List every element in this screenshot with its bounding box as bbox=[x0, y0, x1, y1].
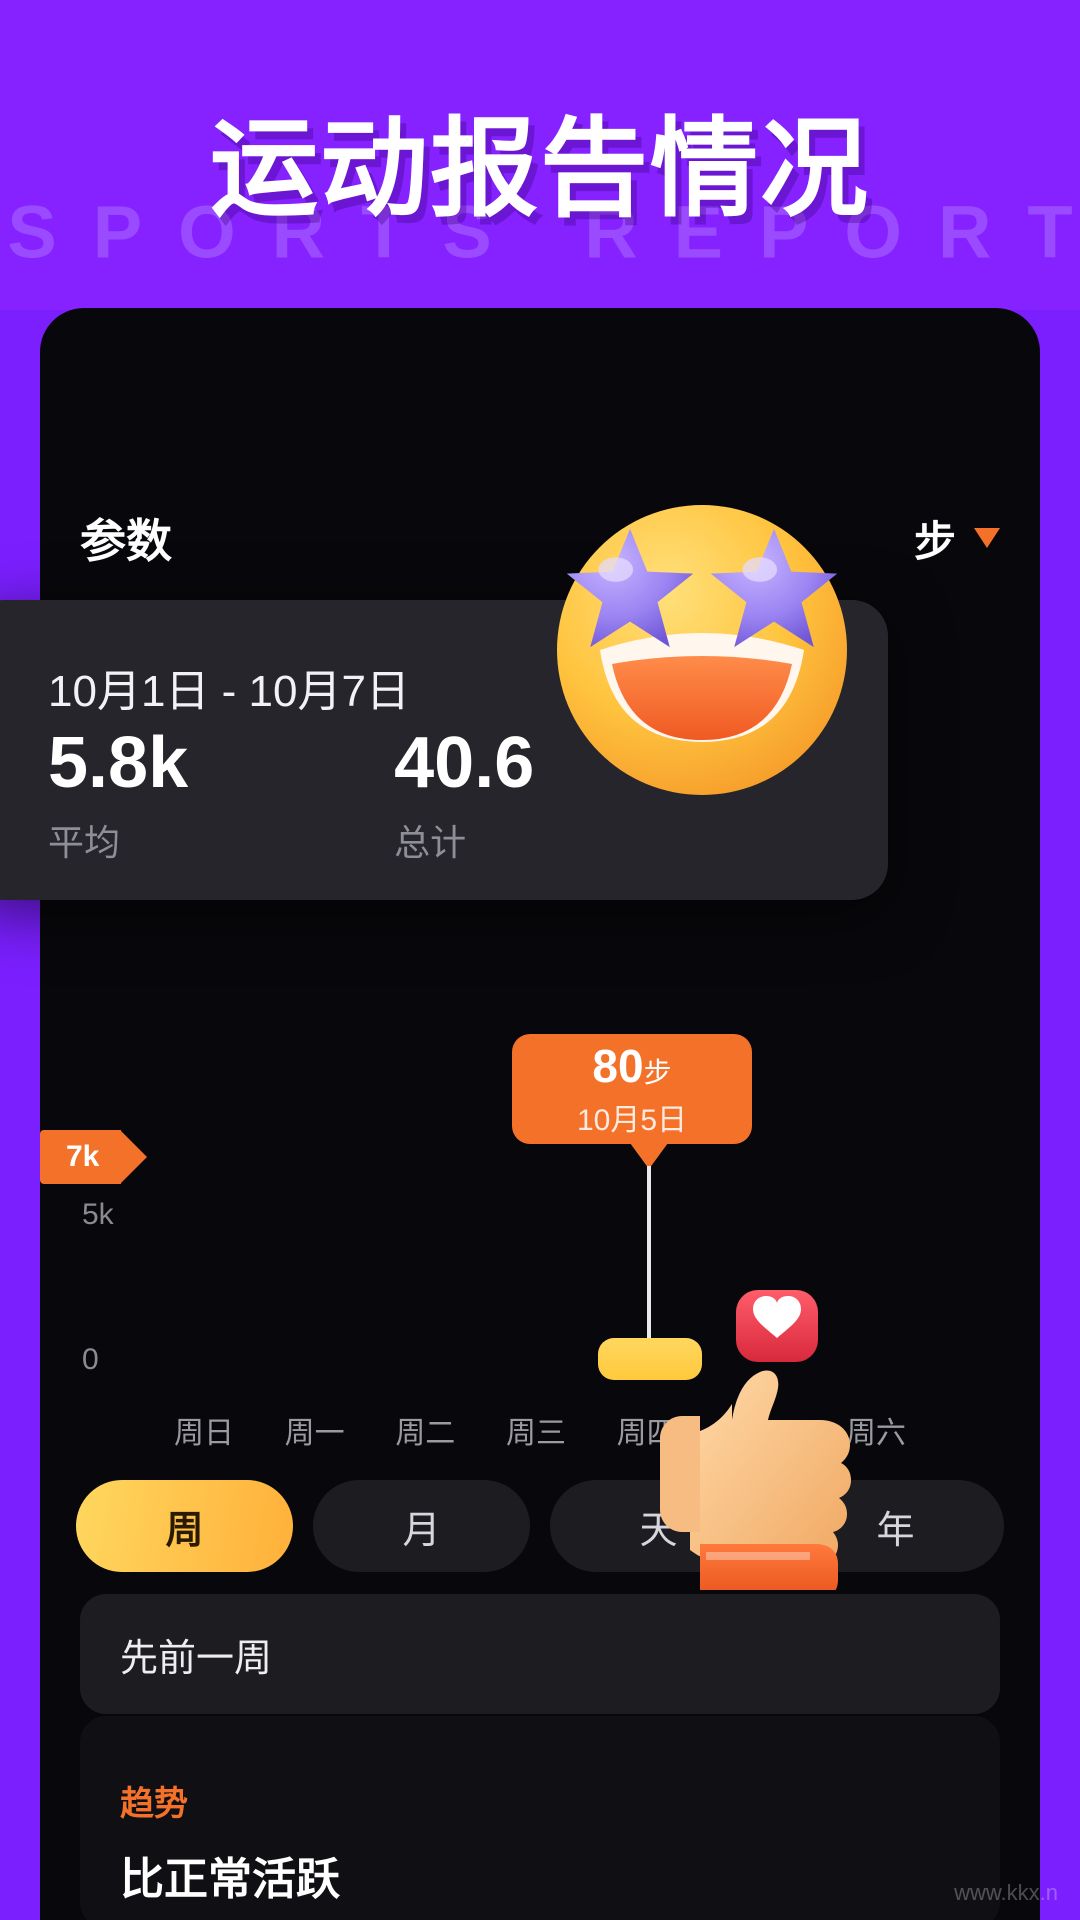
trend-title: 趋势 bbox=[120, 1776, 960, 1825]
summary-stat-average: 5.8k 平均 bbox=[48, 726, 188, 866]
chart-tooltip: 80步 10月5日 bbox=[512, 1034, 752, 1144]
page-title: 运动报告情况 bbox=[210, 82, 870, 238]
summary-stat-average-value: 5.8k bbox=[48, 726, 188, 802]
trend-subtitle: 比正常活跃 bbox=[120, 1843, 960, 1907]
summary-date-range: 10月1日 - 10月7日 bbox=[48, 655, 410, 719]
weekday-label-sun[interactable]: 周日 bbox=[174, 1408, 234, 1457]
tooltip-value-number: 80 bbox=[592, 1040, 643, 1092]
star-struck-emoji bbox=[552, 500, 852, 800]
metric-selector[interactable]: 步 bbox=[914, 508, 1000, 569]
watermark: www.kkx.n bbox=[954, 1880, 1058, 1906]
summary-stat-average-label: 平均 bbox=[48, 814, 188, 866]
period-tab-month[interactable]: 月 bbox=[313, 1480, 530, 1572]
metric-selector-label: 步 bbox=[914, 508, 956, 569]
previous-week-card[interactable]: 先前一周 bbox=[80, 1594, 1000, 1714]
tooltip-value-unit: 步 bbox=[644, 1057, 672, 1088]
parameter-header: 参数 步 bbox=[40, 498, 1040, 578]
y-axis-max-tag: 7k bbox=[40, 1130, 121, 1184]
hero-header: SPORTS REPORT 运动报告情况 bbox=[0, 0, 1080, 310]
trend-card[interactable]: 趋势 比正常活跃 bbox=[80, 1716, 1000, 1920]
summary-stat-total-value: 40.6 bbox=[394, 726, 534, 802]
weekday-label-wed[interactable]: 周三 bbox=[506, 1408, 566, 1457]
weekday-label-mon[interactable]: 周一 bbox=[285, 1408, 345, 1457]
phone-screen: 参数 步 7k 5k 0 80步 10月5日 周日 周一 周二 周三 周四 周五… bbox=[40, 308, 1040, 1920]
period-tab-week[interactable]: 周 bbox=[76, 1480, 293, 1572]
chevron-down-icon bbox=[974, 528, 1000, 548]
summary-stats: 5.8k 平均 40.6 总计 bbox=[48, 726, 534, 866]
y-axis-tick-5k: 5k bbox=[82, 1198, 114, 1232]
tooltip-value: 80步 bbox=[592, 1039, 671, 1093]
parameter-title: 参数 bbox=[80, 505, 172, 571]
y-axis-tick-0: 0 bbox=[82, 1343, 99, 1377]
thumbs-up-sticker bbox=[650, 1290, 910, 1590]
summary-stat-total-label: 总计 bbox=[394, 814, 534, 866]
previous-week-label: 先前一周 bbox=[120, 1627, 272, 1682]
weekday-label-tue[interactable]: 周二 bbox=[395, 1408, 455, 1457]
tooltip-date: 10月5日 bbox=[577, 1095, 687, 1139]
summary-stat-total: 40.6 总计 bbox=[394, 726, 534, 866]
